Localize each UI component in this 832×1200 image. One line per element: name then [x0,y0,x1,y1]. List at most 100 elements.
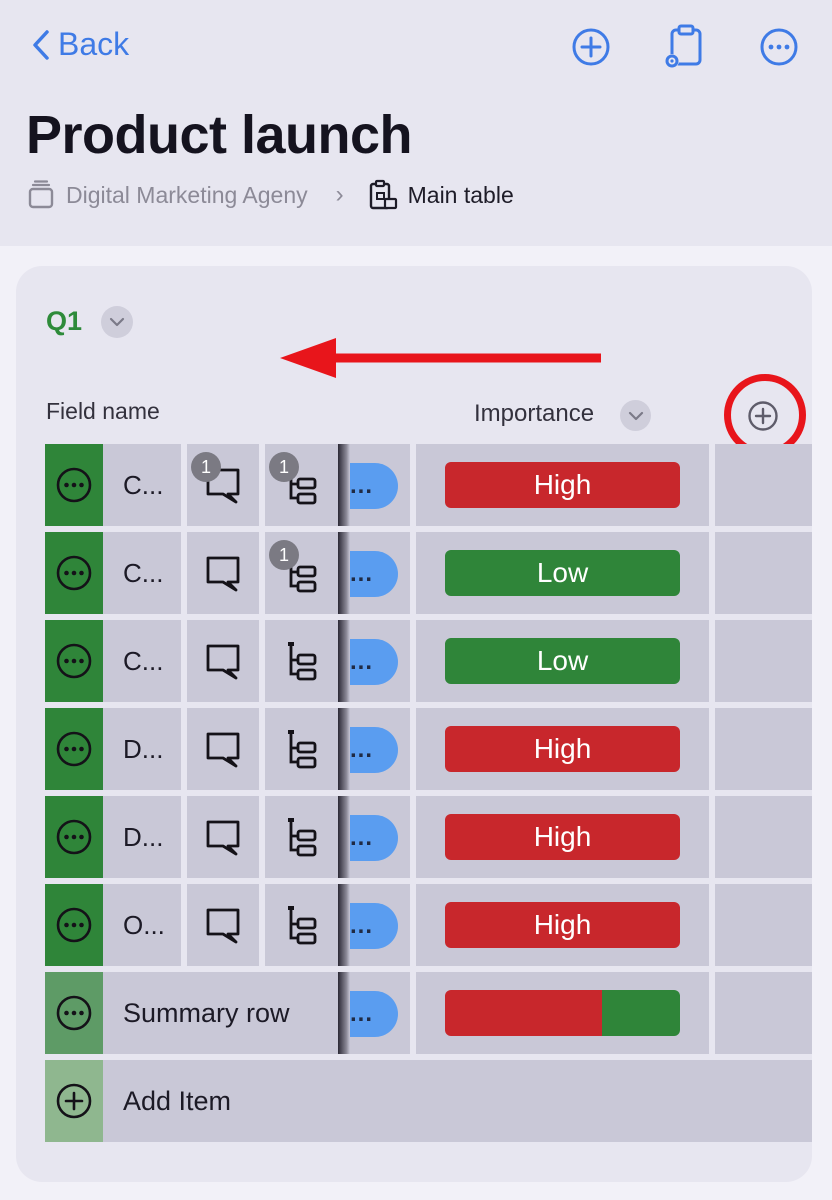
table-row[interactable]: C... 1 1 ... High [45,444,812,526]
column-header-importance[interactable]: Importance [474,400,594,428]
item-name-cell[interactable]: C... [103,532,181,614]
empty-cell [715,796,812,878]
updates-button[interactable] [187,708,259,790]
subitems-tree-icon [287,906,316,945]
table-row[interactable]: O... ... High [45,884,812,966]
summary-importance-cell [416,972,709,1054]
workspace-icon [28,180,54,209]
empty-cell [715,708,812,790]
importance-cell[interactable]: Low [416,620,709,702]
ellipsis-circle-icon [56,467,92,503]
subitems-button[interactable]: 1 [265,444,338,526]
importance-column-menu-button[interactable] [620,400,651,431]
status-pill: ... [350,903,398,949]
subitems-tree-icon [287,730,316,769]
group-collapse-button[interactable] [101,306,133,338]
row-menu-button[interactable] [45,532,103,614]
table-row[interactable]: C... ... Low [45,620,812,702]
status-cell[interactable]: ... [350,884,410,966]
importance-cell[interactable]: High [416,444,709,526]
status-cell[interactable]: ... [350,620,410,702]
comment-icon [206,732,240,768]
add-column-button[interactable] [746,399,780,433]
chevron-down-icon [628,411,643,420]
add-button[interactable] [570,26,612,68]
breadcrumb: Digital Marketing Ageny › Main table [28,176,514,214]
sticky-column-shadow [338,796,350,878]
item-name-cell[interactable]: C... [103,620,181,702]
importance-label: High [445,902,680,948]
navigation-bar: Back [0,0,832,100]
status-cell[interactable]: ... [350,796,410,878]
status-pill: ... [350,991,398,1037]
status-cell[interactable]: ... [350,532,410,614]
updates-button[interactable] [187,884,259,966]
add-item-label: Add Item [123,1085,232,1116]
sticky-column-shadow [338,708,350,790]
row-menu-button[interactable] [45,444,103,526]
row-menu-button[interactable] [45,620,103,702]
importance-cell[interactable]: High [416,796,709,878]
table-row[interactable]: D... ... High [45,708,812,790]
page-title: Product launch [26,105,413,165]
item-name-cell[interactable]: D... [103,796,181,878]
updates-count-badge: 1 [191,452,221,482]
add-item-row[interactable]: Add Item [45,1060,812,1142]
column-header-field-name[interactable]: Field name [46,398,160,425]
board-settings-button[interactable] [662,24,706,70]
back-button[interactable]: Back [32,26,129,63]
importance-label: Low [445,638,680,684]
item-name-cell[interactable]: O... [103,884,181,966]
updates-button[interactable]: 1 [187,444,259,526]
importance-cell[interactable]: Low [416,532,709,614]
subitems-button[interactable] [265,620,338,702]
ellipsis-circle-icon [56,731,92,767]
importance-cell[interactable]: High [416,708,709,790]
subitems-button[interactable] [265,796,338,878]
updates-button[interactable] [187,796,259,878]
more-options-button[interactable] [758,26,800,68]
empty-cell [715,444,812,526]
table-row[interactable]: D... ... High [45,796,812,878]
importance-cell[interactable]: High [416,884,709,966]
breadcrumb-main-table[interactable]: Main table [408,182,514,209]
importance-label: High [445,462,680,508]
subitems-button[interactable] [265,884,338,966]
ellipsis-circle-icon [56,995,92,1031]
breadcrumb-workspace[interactable]: Digital Marketing Ageny [66,182,308,209]
status-pill: ... [350,815,398,861]
subitems-button[interactable]: 1 [265,532,338,614]
summary-menu-button[interactable] [45,972,103,1054]
row-menu-button[interactable] [45,796,103,878]
item-name-cell[interactable]: D... [103,708,181,790]
importance-high-segment [445,990,603,1036]
status-pill: ... [350,463,398,509]
comment-icon [206,644,240,680]
status-cell[interactable]: ... [350,444,410,526]
plus-circle-icon [56,1083,92,1119]
subitems-button[interactable] [265,708,338,790]
status-cell[interactable]: ... [350,708,410,790]
chevron-left-icon [33,29,49,60]
table-row[interactable]: C... 1 ... Low [45,532,812,614]
row-menu-button[interactable] [45,708,103,790]
plus-circle-icon [572,28,610,66]
sticky-column-shadow [338,884,350,966]
ellipsis-circle-icon [56,819,92,855]
chevron-right-icon: › [335,181,344,208]
row-menu-button[interactable] [45,884,103,966]
empty-cell [715,972,812,1054]
summary-row: Summary row ... [45,972,812,1054]
main-table-icon [369,179,397,210]
empty-cell [715,532,812,614]
subitems-tree-icon [287,818,316,857]
ellipsis-circle-icon [56,907,92,943]
item-name-cell[interactable]: C... [103,444,181,526]
importance-label: High [445,726,680,772]
group-title[interactable]: Q1 [46,306,82,337]
ellipsis-circle-icon [56,643,92,679]
comment-icon [206,556,240,592]
summary-status-cell: ... [350,972,410,1054]
updates-button[interactable] [187,620,259,702]
updates-button[interactable] [187,532,259,614]
